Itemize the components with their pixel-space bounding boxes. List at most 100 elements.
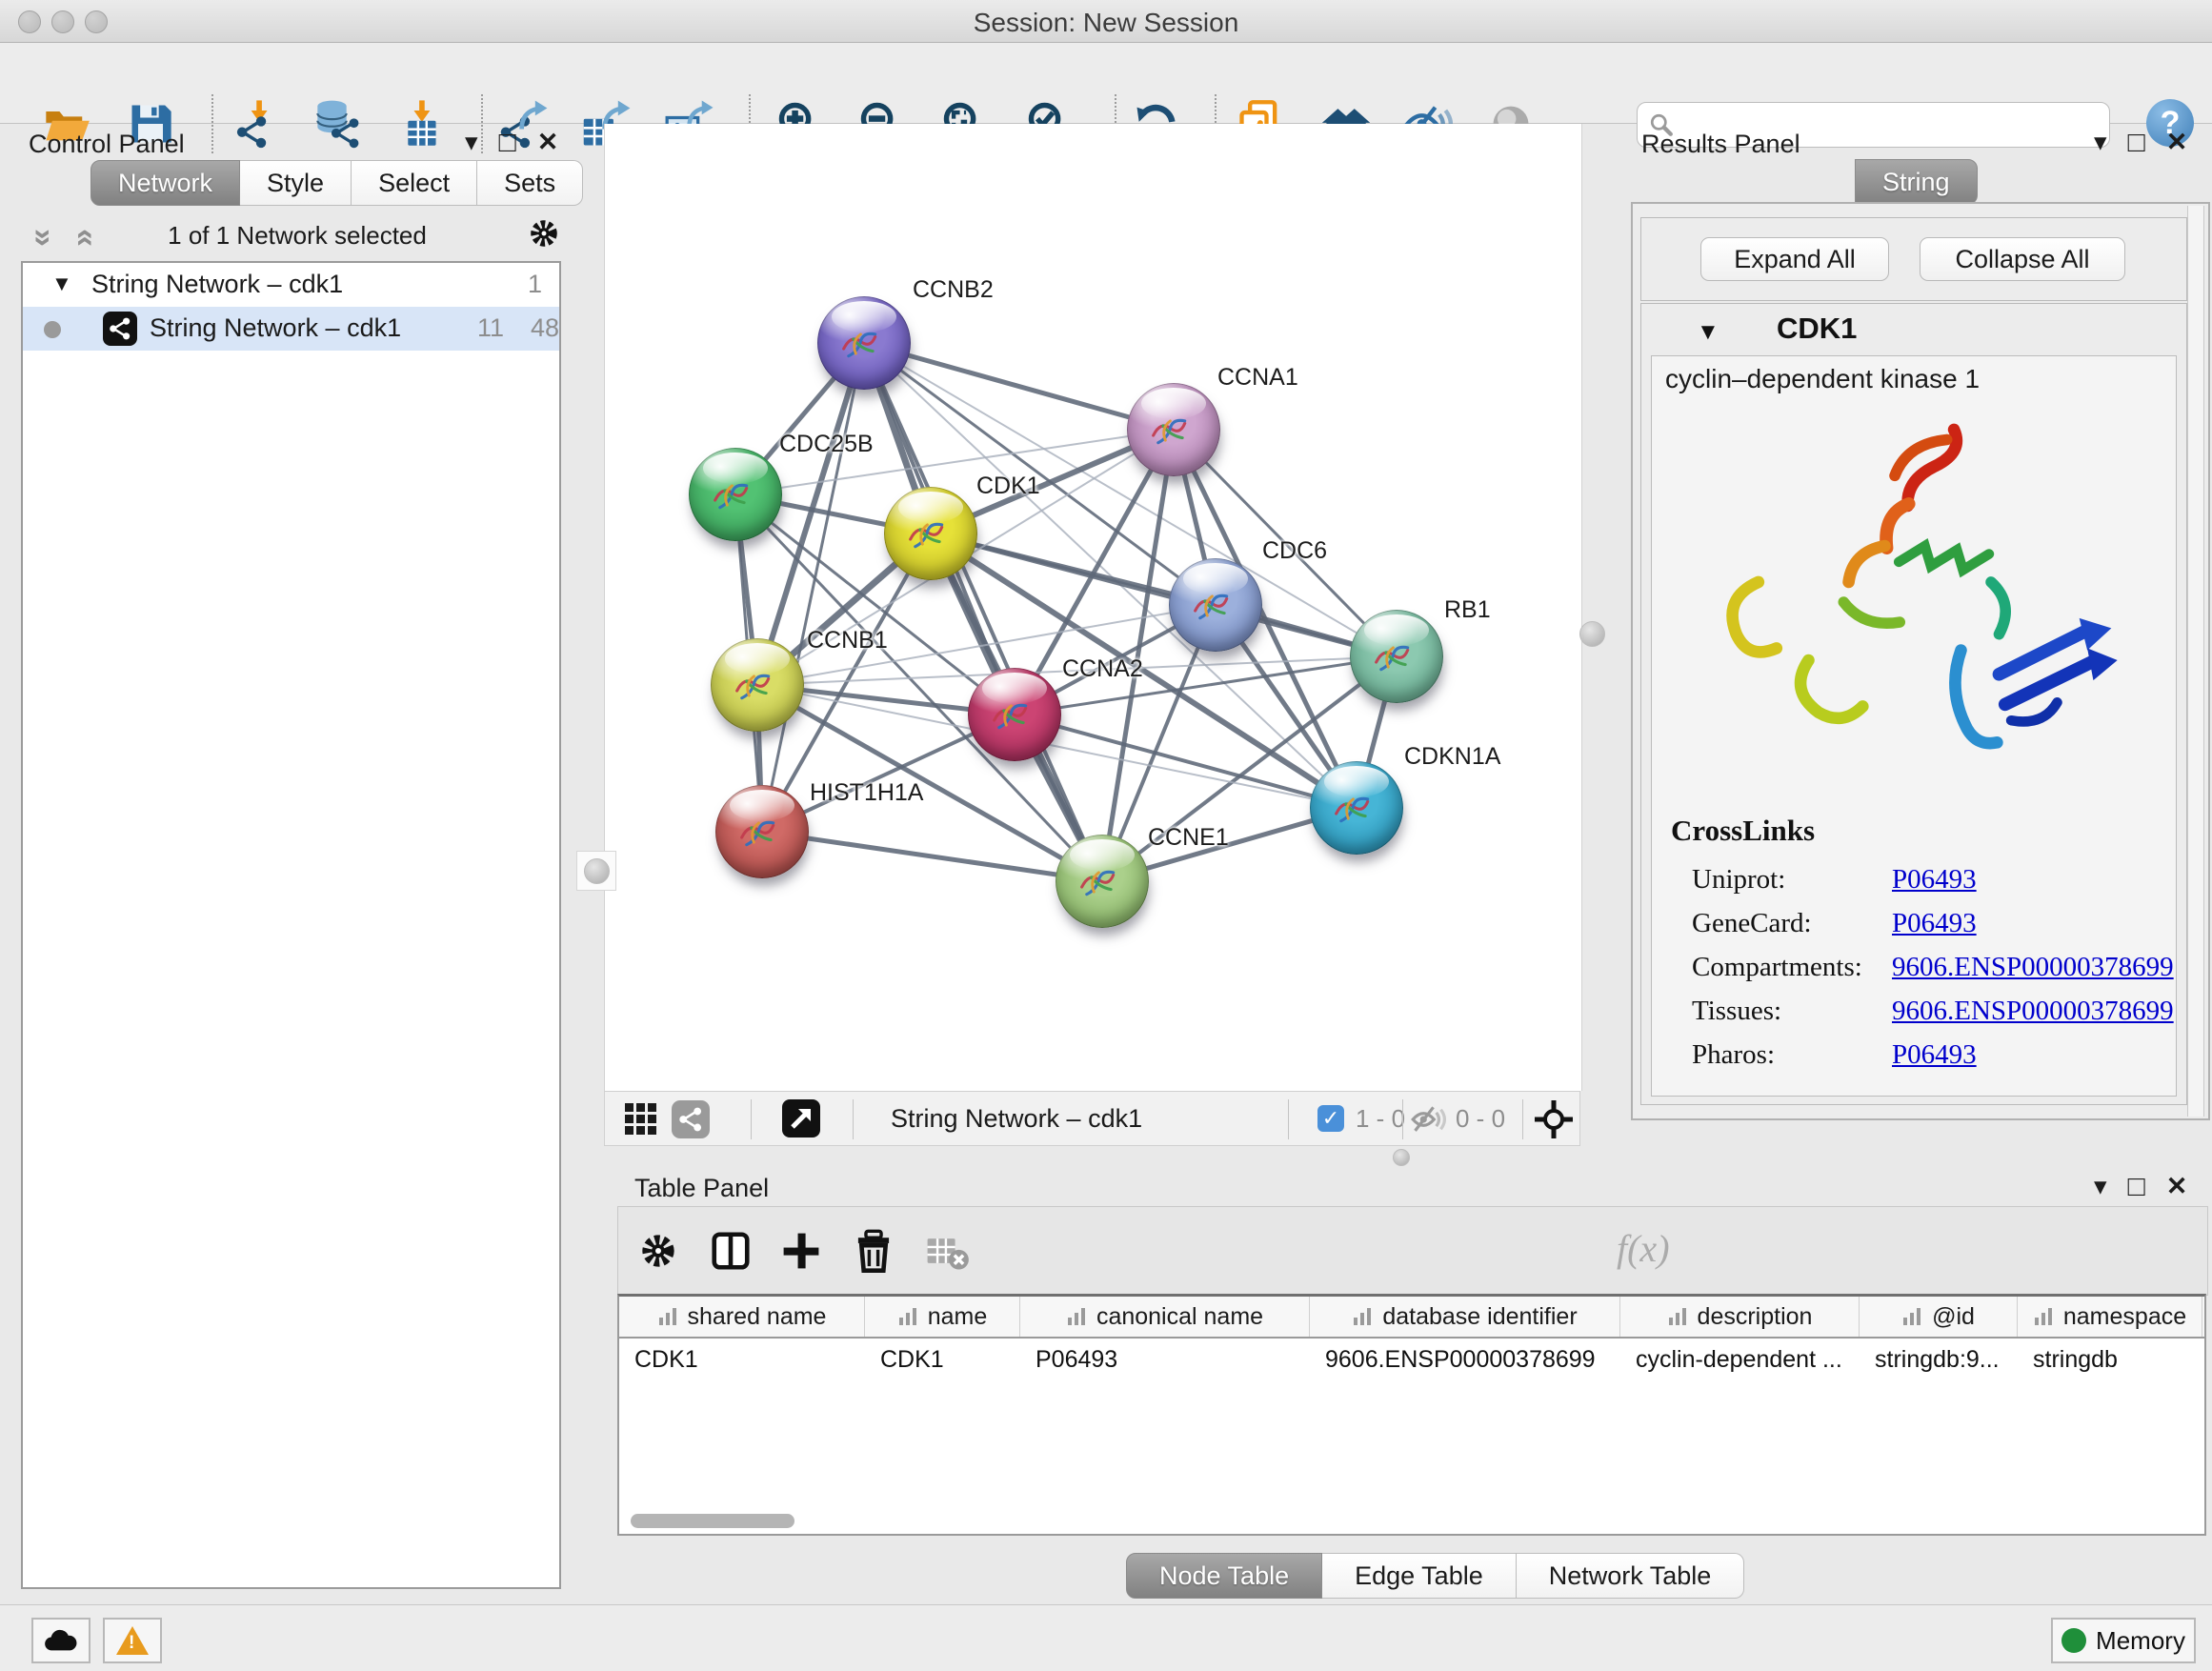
- crosslink-value-link[interactable]: 9606.ENSP00000378699: [1892, 996, 2174, 1027]
- cloud-icon: [43, 1625, 79, 1656]
- collapse-panel-icon[interactable]: ▾: [2094, 130, 2107, 155]
- network-node-CDK1[interactable]: [884, 487, 977, 580]
- tab-network[interactable]: Network: [90, 160, 240, 206]
- table-cell[interactable]: CDK1: [619, 1346, 865, 1374]
- close-panel-icon[interactable]: ✕: [2166, 1174, 2188, 1199]
- tab-sets[interactable]: Sets: [477, 160, 583, 206]
- protein-thumbnail: [732, 806, 791, 864]
- section-caret-icon[interactable]: ▼: [1697, 319, 1719, 346]
- results-panel-body: Expand All Collapse All ▼ CDK1 cyclin–de…: [1631, 202, 2210, 1120]
- right-splitter-handle[interactable]: [1579, 621, 1605, 647]
- crosslinks-rows: Uniprot:P06493GeneCard:P06493Compartment…: [1671, 857, 2174, 1077]
- table-cell[interactable]: stringdb: [2018, 1346, 2202, 1374]
- network-options-gear-icon[interactable]: [526, 215, 562, 252]
- table-panel-title: Table Panel: [634, 1174, 769, 1203]
- horizontal-splitter-handle[interactable]: [1393, 1149, 1410, 1166]
- add-column-button[interactable]: [774, 1224, 828, 1278]
- tab-string[interactable]: String: [1855, 159, 1978, 205]
- network-node-HIST1H1A[interactable]: [715, 785, 809, 878]
- network-edge[interactable]: [762, 832, 1102, 881]
- column-header-canonical-name[interactable]: canonical name: [1020, 1297, 1310, 1337]
- network-node-CCNE1[interactable]: [1056, 835, 1149, 928]
- table-cell[interactable]: CDK1: [865, 1346, 1020, 1374]
- network-node-CCNA2[interactable]: [968, 668, 1061, 761]
- protein-thumbnail: [1185, 579, 1244, 637]
- table-cell[interactable]: stringdb:9...: [1860, 1346, 2018, 1374]
- cloud-status-button[interactable]: [31, 1618, 90, 1663]
- column-header-shared-name[interactable]: shared name: [619, 1297, 865, 1337]
- column-header-name[interactable]: name: [865, 1297, 1020, 1337]
- import-network-from-database-button[interactable]: [312, 97, 365, 151]
- import-table-button[interactable]: [396, 97, 450, 151]
- horizontal-scrollbar-thumb[interactable]: [631, 1514, 794, 1528]
- network-node-CDKN1A[interactable]: [1310, 761, 1403, 855]
- column-header-database-identifier[interactable]: database identifier: [1310, 1297, 1620, 1337]
- collapse-panel-icon[interactable]: ▾: [2094, 1174, 2107, 1199]
- network-node-CCNA1[interactable]: [1127, 383, 1220, 476]
- network-list-header: » » 1 of 1 Network selected: [21, 215, 557, 257]
- protein-thumbnail: [1326, 782, 1385, 840]
- network-node-CCNB2[interactable]: [817, 296, 911, 390]
- float-panel-icon[interactable]: □: [499, 130, 516, 155]
- network-row-selected[interactable]: String Network – cdk1 11 48: [23, 307, 559, 351]
- crosslink-value-link[interactable]: P06493: [1892, 908, 1977, 939]
- collapse-all-icon[interactable]: »: [25, 229, 62, 247]
- collapse-all-button[interactable]: Collapse All: [1920, 237, 2125, 281]
- selected-checkbox-icon[interactable]: ✓: [1317, 1105, 1344, 1132]
- tab-node-table[interactable]: Node Table: [1126, 1553, 1322, 1599]
- network-node-CDC6[interactable]: [1169, 558, 1262, 652]
- tree-caret-icon[interactable]: ▼: [51, 272, 72, 296]
- network-node-CCNB1[interactable]: [711, 638, 804, 732]
- column-header--id[interactable]: @id: [1860, 1297, 2018, 1337]
- results-scrollbar-track[interactable]: [2187, 206, 2204, 1117]
- table-cell[interactable]: cyclin-dependent ...: [1620, 1346, 1860, 1374]
- warnings-button[interactable]: !: [103, 1618, 162, 1663]
- gene-name: CDK1: [1777, 312, 1857, 346]
- close-panel-icon[interactable]: ✕: [537, 130, 559, 155]
- network-view-canvas[interactable]: CCNB2CCNA1CDC25BCDK1CDC6RB1CCNB1CCNA2CDK…: [604, 124, 1582, 1091]
- column-header-namespace[interactable]: namespace: [2018, 1297, 2202, 1337]
- tab-network-table[interactable]: Network Table: [1517, 1553, 1745, 1599]
- table-cell[interactable]: P06493: [1020, 1346, 1310, 1374]
- tab-select[interactable]: Select: [352, 160, 477, 206]
- collection-label: String Network – cdk1: [91, 270, 343, 299]
- network-edge[interactable]: [762, 343, 864, 832]
- network-type-icon[interactable]: [672, 1100, 710, 1138]
- birds-eye-view-icon[interactable]: [624, 1102, 658, 1137]
- tab-style[interactable]: Style: [240, 160, 352, 206]
- crosslink-label: Pharos:: [1671, 1039, 1892, 1071]
- network-edge-count: 48: [531, 313, 559, 343]
- network-collection-row[interactable]: ▼ String Network – cdk1 1: [23, 263, 559, 307]
- network-edges: [605, 124, 1581, 1091]
- expand-all-button[interactable]: Expand All: [1700, 237, 1889, 281]
- crosslink-value-link[interactable]: P06493: [1892, 1039, 1977, 1071]
- network-node-RB1[interactable]: [1350, 610, 1443, 703]
- table-panel-tabs: Node TableEdge TableNetwork Table: [1126, 1553, 1744, 1599]
- titlebar[interactable]: Session: New Session: [0, 0, 2212, 43]
- hidden-eye-slash-icon: [1410, 1101, 1446, 1137]
- crosslink-value-link[interactable]: 9606.ENSP00000378699: [1892, 952, 2174, 983]
- open-in-browser-icon[interactable]: [782, 1099, 820, 1137]
- close-panel-icon[interactable]: ✕: [2166, 130, 2188, 155]
- status-bar: ! Memory: [0, 1604, 2212, 1671]
- collapse-panel-icon[interactable]: ▾: [465, 130, 478, 155]
- float-panel-icon[interactable]: □: [2128, 1174, 2145, 1199]
- import-network-button[interactable]: [231, 97, 285, 151]
- column-header-description[interactable]: description: [1620, 1297, 1860, 1337]
- table-row[interactable]: CDK1CDK1P064939606.ENSP00000378699cyclin…: [619, 1339, 2204, 1380]
- application-window: Session: New Session: [0, 0, 2212, 1671]
- memory-button[interactable]: Memory: [2051, 1618, 2196, 1663]
- table-cell[interactable]: 9606.ENSP00000378699: [1310, 1346, 1620, 1374]
- table-settings-button[interactable]: [632, 1224, 685, 1278]
- delete-column-button[interactable]: [847, 1224, 900, 1278]
- float-panel-icon[interactable]: □: [2128, 130, 2145, 155]
- status-separator: [1522, 1099, 1523, 1139]
- show-columns-button[interactable]: [704, 1224, 757, 1278]
- protein-thumbnail: [1143, 404, 1202, 462]
- left-splitter-handle[interactable]: [584, 858, 610, 884]
- network-node-CDC25B[interactable]: [689, 448, 782, 541]
- tab-edge-table[interactable]: Edge Table: [1322, 1553, 1517, 1599]
- crosslink-value-link[interactable]: P06493: [1892, 864, 1977, 896]
- crosshair-icon[interactable]: [1533, 1098, 1575, 1140]
- expand-all-icon[interactable]: »: [65, 229, 102, 247]
